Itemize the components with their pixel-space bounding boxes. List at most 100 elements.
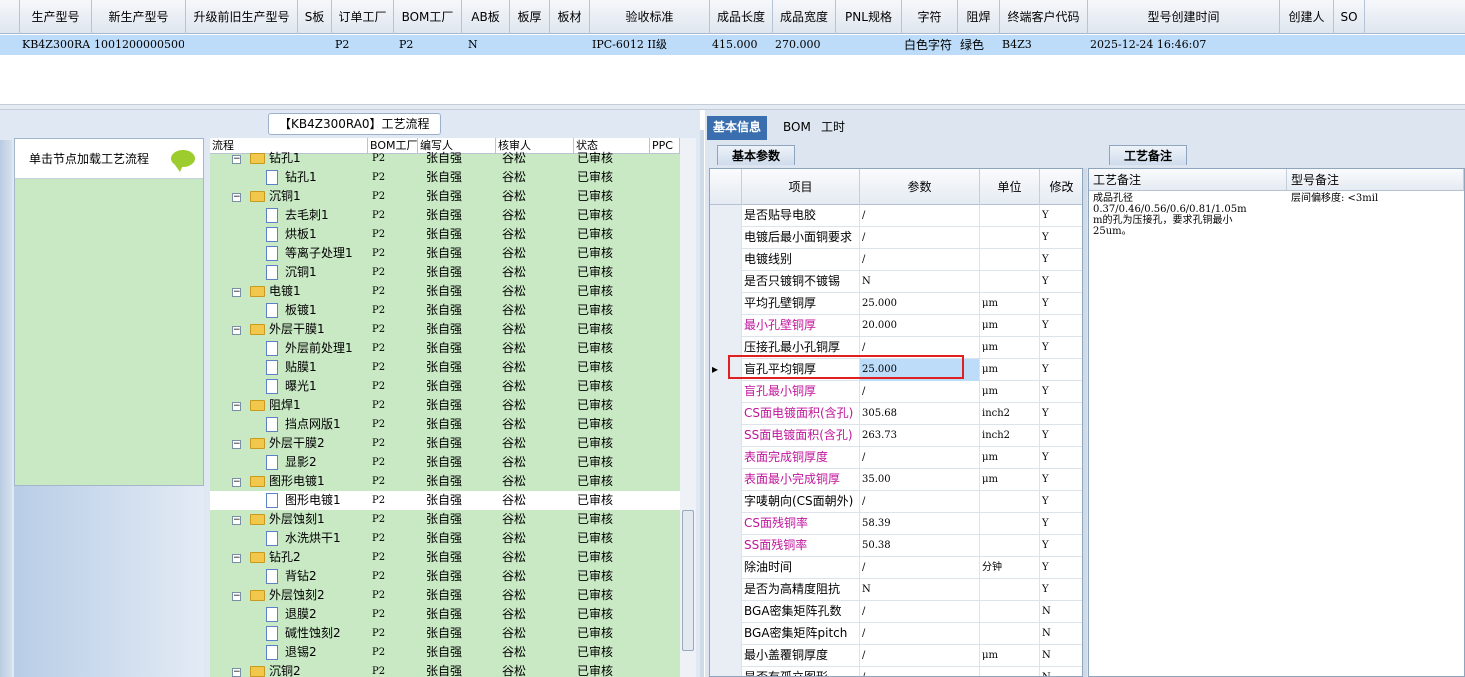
row-indicator[interactable]	[710, 469, 742, 491]
param-value[interactable]: 20.000	[860, 315, 980, 337]
params-table[interactable]: 项目 参数 单位 修改 是否贴导电胶 / Y 电镀后最小面铜要求 / Y 电镀线别 / Y 是否只…	[709, 168, 1083, 677]
param-row[interactable]: BGA密集矩阵pitch / N	[710, 623, 1082, 645]
collapse-icon[interactable]: −	[232, 402, 241, 411]
params-col-modify[interactable]: 修改	[1040, 169, 1082, 205]
col-header-s-board[interactable]: S板	[298, 0, 332, 34]
tree-row[interactable]: 等离子处理1 P2 张自强 谷松 已审核	[210, 244, 680, 263]
vertical-splitter-left[interactable]	[700, 130, 704, 677]
param-row[interactable]: 是否为高精度阻抗 N Y	[710, 579, 1082, 601]
tree-row[interactable]: 曝光1 P2 张自强 谷松 已审核	[210, 377, 680, 396]
param-row[interactable]: SS面电镀面积(含孔) 263.73 inch2 Y	[710, 425, 1082, 447]
tree-row[interactable]: 外层前处理1 P2 张自强 谷松 已审核	[210, 339, 680, 358]
param-row[interactable]: 表面最小完成铜厚 35.00 μm Y	[710, 469, 1082, 491]
row-indicator[interactable]	[710, 403, 742, 425]
node-load-box[interactable]: 单击节点加载工艺流程	[14, 138, 204, 486]
col-header-thickness[interactable]: 板厚	[510, 0, 550, 34]
param-row[interactable]: 表面完成铜厚度 / μm Y	[710, 447, 1082, 469]
params-col-value[interactable]: 参数	[860, 169, 980, 205]
col-header-model[interactable]: 生产型号	[20, 0, 92, 34]
row-indicator[interactable]	[710, 447, 742, 469]
process-tree-scrollbar[interactable]	[680, 138, 696, 677]
collapse-icon[interactable]: −	[232, 288, 241, 297]
tree-row[interactable]: − 外层蚀刻2 P2 张自强 谷松 已审核	[210, 586, 680, 605]
tab-basic-info[interactable]: 基本信息	[707, 116, 768, 140]
model-grid-row[interactable]: KB4Z300RA0 10012000005007 P2 P2 N IPC-60…	[0, 35, 1465, 55]
param-row[interactable]: SS面残铜率 50.38 Y	[710, 535, 1082, 557]
tab-process-remarks[interactable]: 工艺备注	[1109, 145, 1188, 165]
row-indicator[interactable]	[710, 667, 742, 676]
param-value[interactable]: N	[860, 579, 980, 601]
row-indicator[interactable]	[710, 513, 742, 535]
row-indicator[interactable]	[710, 623, 742, 645]
param-row[interactable]: 平均孔壁铜厚 25.000 μm Y	[710, 293, 1082, 315]
process-tree[interactable]: 流程 BOM工厂 编写人 核审人 状态 PPC − 钻孔1 P2 张自强 谷松 已审核 钻孔…	[210, 138, 695, 677]
param-row[interactable]: BGA密集矩阵孔数 / N	[710, 601, 1082, 623]
param-row[interactable]: 最小孔壁铜厚 20.000 μm Y	[710, 315, 1082, 337]
col-header-length[interactable]: 成品长度	[710, 0, 773, 34]
param-value[interactable]: /	[860, 227, 980, 249]
tree-row[interactable]: 板镀1 P2 张自强 谷松 已审核	[210, 301, 680, 320]
tree-row[interactable]: − 电镀1 P2 张自强 谷松 已审核	[210, 282, 680, 301]
collapse-icon[interactable]: −	[232, 668, 241, 677]
param-row[interactable]: 电镀线别 / Y	[710, 249, 1082, 271]
row-indicator[interactable]	[710, 205, 742, 227]
col-header-old-model[interactable]: 升级前旧生产型号	[186, 0, 298, 34]
params-col-item[interactable]: 项目	[742, 169, 860, 205]
tree-row[interactable]: − 图形电镀1 P2 张自强 谷松 已审核	[210, 472, 680, 491]
param-value[interactable]: /	[860, 447, 980, 469]
param-row[interactable]: 字唛朝向(CS面朝外) / Y	[710, 491, 1082, 513]
col-header-ab-board[interactable]: AB板	[462, 0, 510, 34]
vertical-splitter-right[interactable]	[1083, 168, 1087, 677]
col-header-standard[interactable]: 验收标准	[590, 0, 710, 34]
col-header-order-factory[interactable]: 订单工厂	[332, 0, 394, 34]
param-row[interactable]: 最小盖覆铜厚度 / μm N	[710, 645, 1082, 667]
tree-row[interactable]: 退膜2 P2 张自强 谷松 已审核	[210, 605, 680, 624]
param-value[interactable]: 25.000	[860, 293, 980, 315]
row-indicator[interactable]	[710, 425, 742, 447]
param-value[interactable]: 50.38	[860, 535, 980, 557]
scrollbar-thumb[interactable]	[682, 510, 694, 651]
model-remark-text[interactable]: 层间偏移度: <3mil	[1291, 193, 1461, 204]
col-header-new-model[interactable]: 新生产型号	[92, 0, 186, 34]
col-header-solder-mask[interactable]: 阻焊	[958, 0, 1000, 34]
col-header-created-time[interactable]: 型号创建时间	[1088, 0, 1280, 34]
param-value[interactable]: /	[860, 249, 980, 271]
col-header-creator[interactable]: 创建人	[1280, 0, 1334, 34]
row-indicator[interactable]	[710, 271, 742, 293]
col-header-material[interactable]: 板材	[550, 0, 590, 34]
collapse-icon[interactable]: −	[232, 155, 241, 164]
tree-row[interactable]: − 钻孔2 P2 张自强 谷松 已审核	[210, 548, 680, 567]
tree-row[interactable]: 烘板1 P2 张自强 谷松 已审核	[210, 225, 680, 244]
param-value[interactable]: 263.73	[860, 425, 980, 447]
param-row[interactable]: CS面电镀面积(含孔) 305.68 inch2 Y	[710, 403, 1082, 425]
process-remark-text[interactable]: 成品孔径 0.37/0.46/0.56/0.6/0.81/1.05m m的孔为压…	[1093, 193, 1265, 237]
param-value[interactable]: /	[860, 667, 980, 676]
tree-row[interactable]: − 沉铜1 P2 张自强 谷松 已审核	[210, 187, 680, 206]
param-value[interactable]: 305.68	[860, 403, 980, 425]
param-row[interactable]: 是否只镀铜不镀锡 N Y	[710, 271, 1082, 293]
row-indicator[interactable]	[710, 227, 742, 249]
col-header-customer-code[interactable]: 终端客户代码	[1000, 0, 1088, 34]
row-indicator[interactable]	[710, 601, 742, 623]
tree-row[interactable]: − 外层干膜2 P2 张自强 谷松 已审核	[210, 434, 680, 453]
collapse-icon[interactable]: −	[232, 554, 241, 563]
param-row[interactable]: 是否有孤立图形/ N	[710, 667, 1082, 676]
param-value[interactable]: /	[860, 601, 980, 623]
row-indicator[interactable]	[710, 491, 742, 513]
tab-basic-params[interactable]: 基本参数	[717, 145, 796, 165]
tree-row[interactable]: 图形电镀1 P2 张自强 谷松 已审核	[210, 491, 680, 510]
tree-row[interactable]: 退锡2 P2 张自强 谷松 已审核	[210, 643, 680, 662]
param-row[interactable]: 电镀后最小面铜要求 / Y	[710, 227, 1082, 249]
param-row[interactable]: 除油时间 / 分钟 Y	[710, 557, 1082, 579]
tab-bom[interactable]: BOM	[777, 116, 817, 140]
param-value[interactable]: /	[860, 381, 980, 403]
tree-row[interactable]: 碱性蚀刻2 P2 张自强 谷松 已审核	[210, 624, 680, 643]
param-value[interactable]: /	[860, 557, 980, 579]
row-indicator[interactable]	[710, 645, 742, 667]
param-row[interactable]: 是否贴导电胶 / Y	[710, 205, 1082, 227]
tree-row[interactable]: 挡点网版1 P2 张自强 谷松 已审核	[210, 415, 680, 434]
col-header-bom-factory[interactable]: BOM工厂	[394, 0, 462, 34]
row-indicator[interactable]	[710, 293, 742, 315]
tree-row[interactable]: 钻孔1 P2 张自强 谷松 已审核	[210, 168, 680, 187]
param-value[interactable]: /	[860, 491, 980, 513]
